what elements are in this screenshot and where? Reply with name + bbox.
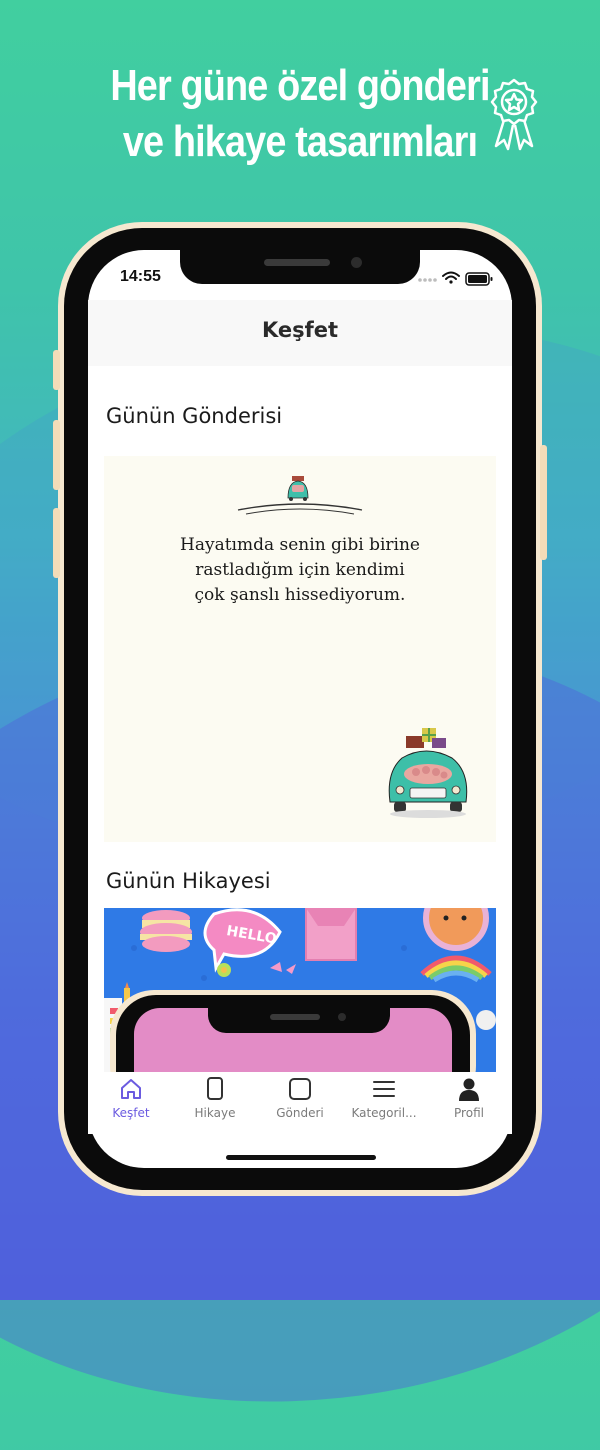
earpiece-speaker (264, 259, 330, 266)
tab-profil[interactable]: Profil (427, 1076, 511, 1120)
headline-line-1: Her güne özel gönderi (110, 61, 490, 110)
profile-icon (459, 1078, 479, 1101)
home-indicator (226, 1155, 376, 1160)
headline-line-2: ve hikaye tasarımları (122, 117, 478, 166)
story-icon (207, 1077, 223, 1100)
phone-notch (180, 250, 420, 284)
post-quote-text: Hayatımda senin gibi birine rastladığım … (104, 533, 496, 608)
tab-kesfet[interactable]: Keşfet (89, 1076, 173, 1120)
tab-kategoriler[interactable]: Kategoril... (342, 1076, 426, 1120)
front-camera (351, 257, 362, 268)
story-of-the-day-card[interactable]: HELLO (104, 908, 496, 1074)
tab-label: Kategoril... (351, 1106, 417, 1120)
section-title-post: Günün Gönderisi (106, 404, 283, 428)
story-phone-speaker (270, 1014, 320, 1020)
page-title: Keşfet (261, 318, 339, 342)
story-phone-camera (338, 1013, 346, 1021)
macaron-sticker (140, 910, 192, 952)
tab-label: Keşfet (112, 1106, 150, 1120)
award-ribbon-icon (490, 78, 538, 151)
wedding-car-illustration (388, 728, 468, 818)
quote-line: çok şanslı hissediyorum. (194, 585, 406, 605)
battery-icon (465, 272, 493, 286)
signal-icon (418, 278, 437, 282)
quote-line: Hayatımda senin gibi birine (180, 535, 420, 555)
quote-line: rastladığım için kendimi (195, 560, 405, 580)
side-button (53, 350, 60, 390)
tab-label: Gönderi (276, 1106, 324, 1120)
tab-gonderi[interactable]: Gönderi (258, 1076, 342, 1120)
wifi-icon (442, 271, 460, 284)
status-icons (418, 271, 493, 286)
menu-icon (373, 1081, 395, 1097)
volume-up-button (53, 420, 60, 490)
car-on-road-illustration (237, 476, 363, 515)
power-button (540, 445, 547, 560)
tab-label: Profil (454, 1106, 484, 1120)
status-time: 14:55 (120, 268, 161, 285)
section-title-story: Günün Hikayesi (106, 869, 271, 893)
tab-label: Hikaye (194, 1106, 236, 1120)
post-icon (289, 1078, 311, 1100)
volume-down-button (53, 508, 60, 578)
tab-hikaye[interactable]: Hikaye (173, 1076, 257, 1120)
home-icon (121, 1079, 141, 1099)
